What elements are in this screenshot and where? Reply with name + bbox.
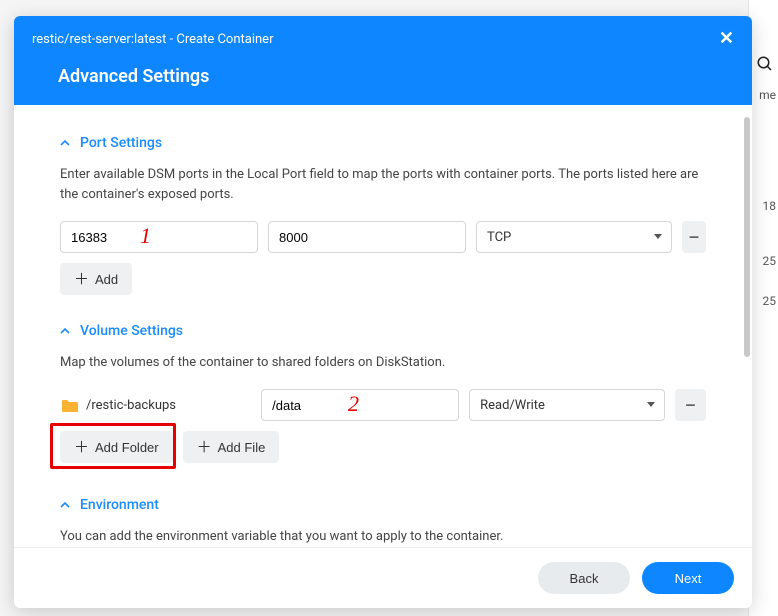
add-file-button[interactable]: ＋ Add File (183, 431, 280, 463)
add-port-button[interactable]: ＋ Add (60, 263, 132, 295)
section-header-env[interactable]: Environment (60, 497, 706, 513)
bg-row-value: 25 (763, 280, 777, 322)
plus-icon: ＋ (74, 272, 89, 287)
add-folder-button[interactable]: ＋ Add Folder (60, 431, 173, 463)
container-port-input[interactable] (268, 221, 466, 253)
modal-subtitle: Advanced Settings (58, 66, 734, 87)
minus-icon: − (685, 395, 696, 416)
modal-header: restic/rest-server:latest - Create Conta… (14, 16, 752, 105)
search-icon[interactable] (756, 55, 774, 78)
create-container-modal: restic/rest-server:latest - Create Conta… (14, 16, 752, 608)
chevron-up-icon (60, 326, 70, 336)
permission-value: Read/Write (480, 398, 545, 413)
host-folder-text: /restic-backups (86, 398, 176, 413)
chevron-down-icon (647, 402, 655, 407)
plus-icon: ＋ (74, 440, 89, 455)
volume-row: /restic-backups Read/Write − 2 (60, 389, 706, 421)
add-port-label: Add (95, 272, 118, 287)
remove-port-button[interactable]: − (682, 221, 706, 253)
remove-volume-button[interactable]: − (675, 389, 706, 421)
port-desc: Enter available DSM ports in the Local P… (60, 165, 706, 205)
section-header-volume[interactable]: Volume Settings (60, 323, 706, 339)
protocol-value: TCP (487, 230, 511, 245)
local-port-input[interactable] (60, 221, 258, 253)
back-button[interactable]: Back (538, 562, 630, 594)
plus-icon: ＋ (197, 440, 212, 455)
add-file-label: Add File (218, 440, 266, 455)
add-folder-label: Add Folder (95, 440, 159, 455)
chevron-up-icon (60, 138, 70, 148)
host-folder-path[interactable]: /restic-backups (60, 389, 251, 421)
close-icon[interactable]: ✕ (719, 30, 734, 48)
bg-column-label: me (759, 88, 776, 102)
next-button[interactable]: Next (642, 562, 734, 594)
chevron-down-icon (654, 234, 662, 239)
folder-icon (62, 399, 78, 412)
section-title: Volume Settings (80, 323, 183, 339)
bg-row-value: 25 (763, 240, 777, 282)
port-row: TCP − 1 (60, 221, 706, 253)
mount-path-input[interactable] (261, 389, 459, 421)
chevron-up-icon (60, 500, 70, 510)
minus-icon: − (689, 227, 700, 248)
scrollbar[interactable] (744, 117, 750, 357)
env-desc: You can add the environment variable tha… (60, 527, 706, 547)
modal-title: restic/rest-server:latest - Create Conta… (32, 32, 273, 47)
section-header-port[interactable]: Port Settings (60, 135, 706, 151)
background-panel: me 18 25 25 (748, 0, 778, 616)
modal-footer: Back Next (14, 547, 752, 608)
protocol-select[interactable]: TCP (476, 221, 672, 253)
section-title: Port Settings (80, 135, 162, 151)
volume-desc: Map the volumes of the container to shar… (60, 353, 706, 373)
permission-select[interactable]: Read/Write (469, 389, 665, 421)
bg-row-value: 18 (763, 185, 777, 227)
section-title: Environment (80, 497, 159, 513)
modal-body: Port Settings Enter available DSM ports … (14, 105, 752, 547)
